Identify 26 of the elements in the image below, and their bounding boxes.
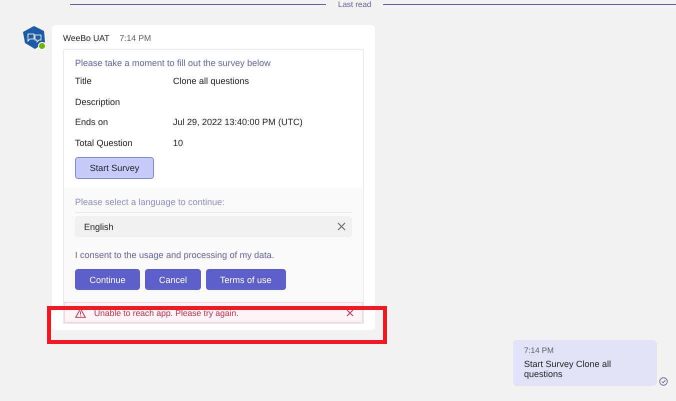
fact-label: Title [75,76,93,86]
action-button[interactable]: Terms of use [206,269,286,290]
fact-label: Ends on [75,117,110,128]
clear-icon[interactable] [337,222,346,231]
close-icon[interactable] [346,308,354,316]
consent-text: I consent to the usage and processing of my data. [75,250,276,260]
bot-avatar-icon [22,25,47,51]
check-circle-icon [659,377,668,386]
fact-label: Total Question [75,138,134,148]
language-field[interactable]: English [75,216,352,237]
start-survey-button[interactable]: Start Survey [75,157,154,179]
error-text: Unable to reach app. Please try again. [94,308,240,318]
warning-icon [75,308,86,318]
survey-heading: Please take a moment to fill out the survey below [75,58,272,68]
message-time: 7:14 PM [119,33,152,43]
action-button[interactable]: Continue [75,269,140,290]
sent-time: 7:14 PM [524,346,555,355]
sender-name: WeeBo UAT [63,33,110,43]
language-prompt: Please select a language to continue: [75,197,352,213]
sent-text: Start Survey Clone all questions [524,359,612,379]
fact-value: 10 [173,138,184,148]
fact-value: Clone all questions [173,76,250,86]
fact-label: Description [75,96,122,107]
last-read-label: Last read [338,0,372,8]
fact-value: Jul 29, 2022 13:40:00 PM (UTC) [173,117,303,128]
action-button[interactable]: Cancel [145,269,202,290]
